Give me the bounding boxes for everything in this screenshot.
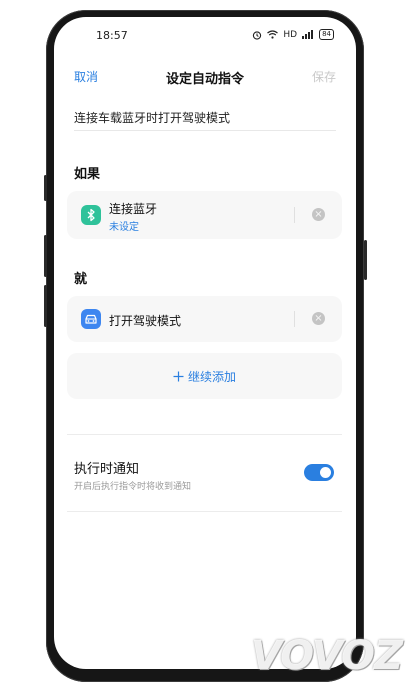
volume-button [44,235,47,277]
action-title: 打开驾驶模式 [109,314,182,328]
divider [67,434,342,435]
condition-title: 连接蓝牙 [109,202,158,216]
status-time: 18:57 [96,29,128,42]
car-icon [81,309,101,329]
battery-indicator: 84 [319,29,334,40]
input-underline [74,130,336,131]
notify-description: 开启后执行指令时将收到通知 [74,482,192,492]
if-section-label: 如果 [74,167,101,182]
vertical-divider [294,207,295,223]
remove-action-icon[interactable]: × [312,312,325,325]
watermark-logo: VOVOZ [250,633,403,679]
vertical-divider [294,311,295,327]
toggle-knob [320,467,331,478]
side-button [364,240,367,280]
remove-condition-icon[interactable]: × [312,208,325,221]
screen: 18:57 HD 84 设定自动指令 取消 保存 连接车载蓝牙时打开驾驶模式 如… [54,17,356,669]
add-more-button[interactable]: 继续添加 [67,353,342,399]
notify-title: 执行时通知 [74,462,140,477]
cancel-button[interactable]: 取消 [74,68,98,85]
wifi-icon [267,30,279,39]
page-title: 设定自动指令 [165,72,244,87]
divider [67,511,342,512]
add-more-label: 继续添加 [187,369,236,384]
alarm-icon [253,30,262,40]
network-type: HD [283,29,298,40]
plus-icon [173,371,184,381]
then-section-label: 就 [74,272,88,287]
signal-icon [302,30,314,39]
power-button [44,285,47,327]
bluetooth-icon [81,205,101,225]
volume-button [44,175,47,201]
notify-toggle[interactable] [304,464,334,481]
save-button[interactable]: 保存 [312,68,336,85]
action-card[interactable]: 打开驾驶模式 × [67,296,342,342]
command-name-input[interactable]: 连接车载蓝牙时打开驾驶模式 [74,109,230,126]
condition-card[interactable]: 连接蓝牙 未设定 × [67,191,342,239]
status-icons: HD 84 [252,29,334,40]
condition-status: 未设定 [109,222,139,233]
